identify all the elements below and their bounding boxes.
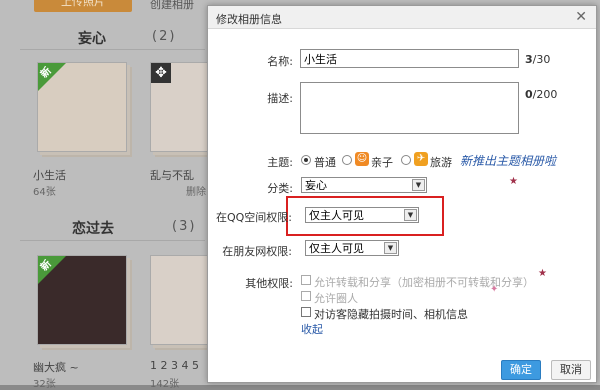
allow-share-label: 允许转载和分享（加密相册不可转载和分享） [314, 276, 534, 289]
album-name-input[interactable] [300, 49, 519, 68]
hide-exif-checkbox[interactable] [301, 307, 311, 317]
chevron-down-icon: ▼ [404, 209, 417, 221]
album-caption[interactable]: 小生活 [33, 167, 66, 183]
family-theme-icon: ☺ [355, 152, 369, 166]
collapse-link[interactable]: 收起 [301, 321, 323, 337]
album-title: 恋过去 [72, 221, 114, 237]
close-icon[interactable]: ✕ [575, 9, 587, 25]
chevron-down-icon: ▼ [412, 179, 425, 191]
theme-label: 主题: [267, 156, 293, 169]
star-decoration-icon: ★ [509, 176, 518, 187]
delete-link[interactable]: 删除 [186, 183, 206, 198]
travel-theme-icon: ✈ [414, 152, 428, 166]
allow-tag-label: 允许圈人 [314, 292, 358, 305]
chevron-down-icon: ▼ [384, 242, 397, 254]
theme-option-label: 旅游 [430, 156, 452, 169]
dialog-header: 修改相册信息 ✕ [208, 6, 596, 29]
album-photo-count: 64张 [33, 187, 56, 198]
album-title: 妄心 [78, 31, 106, 47]
album-thumbnail[interactable]: 新 [37, 255, 127, 345]
edit-album-dialog: 修改相册信息 ✕ 名称: 3/30 描述: 0/200 主题: 普通 ☺ 亲子 … [207, 5, 597, 383]
qq-permission-label: 在QQ空间权限: [215, 211, 292, 224]
other-permission-label: 其他权限: [245, 277, 293, 290]
album-photo-count: 32张 [33, 379, 56, 390]
album-caption[interactable]: 乱与不乱 [150, 167, 194, 183]
divider [20, 240, 205, 241]
album-count: (3) [172, 219, 197, 234]
album-thumbnail[interactable]: 新 [37, 62, 127, 152]
album-description-textarea[interactable] [300, 82, 519, 134]
description-char-counter: 0/200 [525, 88, 558, 101]
theme-radio-travel[interactable] [401, 155, 411, 165]
create-album-link[interactable]: 创建相册 [150, 0, 194, 12]
star-decoration-icon: ✦ [490, 284, 499, 295]
friend-permission-select[interactable]: 仅主人可见 ▼ [305, 240, 399, 256]
confirm-button[interactable]: 确定 [501, 360, 541, 380]
upload-photo-button[interactable]: 上传照片 [34, 0, 132, 12]
hide-exif-label: 对访客隐藏拍摄时间、相机信息 [314, 308, 468, 321]
divider [20, 49, 205, 50]
name-label: 名称: [267, 55, 293, 68]
theme-radio-normal[interactable] [301, 155, 311, 165]
album-count: (2) [152, 29, 177, 44]
category-select[interactable]: 妄心 ▼ [301, 177, 427, 193]
album-caption[interactable]: 1 2 3 4 5 [150, 359, 199, 372]
dialog-title: 修改相册信息 [216, 13, 282, 26]
star-decoration-icon: ★ [538, 268, 547, 279]
qq-permission-select[interactable]: 仅主人可见 ▼ [305, 207, 419, 223]
new-theme-note: 新推出主题相册啦 [460, 154, 557, 168]
allow-share-checkbox[interactable] [301, 275, 311, 285]
description-label: 描述: [267, 92, 293, 105]
album-photo-count: 142张 [150, 379, 180, 390]
theme-option-label: 亲子 [371, 156, 393, 169]
album-caption[interactable]: 幽大疯 ~ [33, 359, 79, 375]
theme-option-label: 普通 [314, 156, 336, 169]
allow-tag-checkbox[interactable] [301, 291, 311, 301]
friend-permission-label: 在朋友网权限: [222, 245, 292, 258]
cancel-button[interactable]: 取消 [551, 360, 591, 380]
theme-radio-family[interactable] [342, 155, 352, 165]
move-icon[interactable]: ✥ [151, 63, 171, 83]
name-char-counter: 3/30 [525, 53, 551, 66]
category-label: 分类: [267, 182, 293, 195]
